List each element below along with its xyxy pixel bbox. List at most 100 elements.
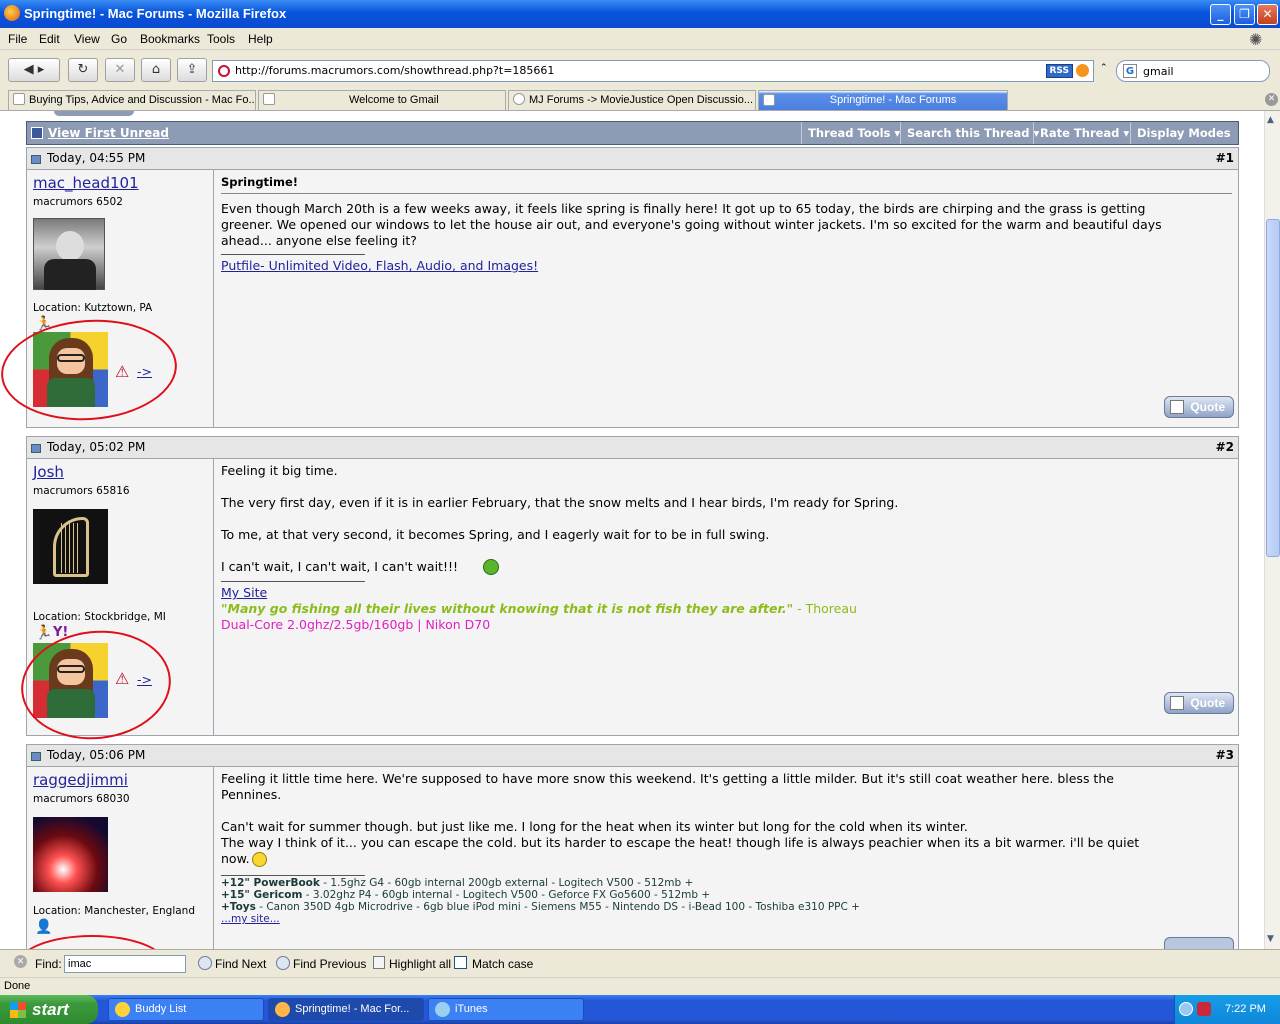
user-location: Location: Stockbridge, MI [33,611,166,623]
red-annotation-circle [0,313,181,427]
post: Today, 05:06 PM #3 raggedjimmi macrumors… [17,744,1239,949]
post-number[interactable]: #1 [1216,151,1234,165]
my-site-link[interactable]: ...my site... [221,913,1226,925]
quote-button[interactable]: Quote [1164,692,1234,714]
match-case-checkbox[interactable] [454,956,467,969]
menu-go[interactable]: Go [111,32,127,46]
download-icon[interactable]: ⇪ [177,58,207,82]
find-previous-button[interactable]: Find Previous [293,957,366,971]
msn-icon[interactable]: 👤 [35,919,52,935]
throbber-icon: ✺ [1249,30,1263,49]
smiley-icon [252,852,267,867]
favicon-icon [763,94,775,106]
username-link[interactable]: raggedjimmi [33,771,128,789]
google-icon: G [1123,64,1137,78]
find-bar: ✕ Find: Find Next Find Previous Highligh… [0,949,1280,977]
username-link[interactable]: Josh [33,463,64,481]
thread-toolbar: View First Unread Thread Tools ▾ Search … [26,121,1239,162]
aim-icon[interactable]: 🏃 [35,625,52,641]
unread-icon [31,127,43,139]
signature-quote: "Many go fishing all their lives without… [221,601,857,616]
signature-divider [221,254,365,255]
itunes-icon [435,1002,450,1017]
thread-tools-menu[interactable]: Thread Tools ▾ [801,122,900,144]
rate-thread-menu[interactable]: Rate Thread ▾ [1033,122,1129,144]
scroll-thumb[interactable] [1266,219,1280,557]
task-firefox[interactable]: Springtime! - Mac For... [268,998,424,1021]
display-modes-menu[interactable]: Display Modes ▾ [1130,122,1238,162]
avatar[interactable] [33,817,108,892]
close-tab-icon[interactable]: ✕ [1265,93,1278,106]
search-dropdown-icon[interactable]: ⌃ [1100,63,1108,73]
avatar[interactable] [33,218,105,290]
tray-expand-icon[interactable] [1179,1002,1193,1016]
rss-icon[interactable]: RSS [1045,64,1073,78]
menu-view[interactable]: View [74,32,100,46]
home-icon[interactable]: ⌂ [141,58,171,82]
menu-file[interactable]: File [8,32,27,46]
post-date: Today, 05:02 PM [47,440,146,454]
highlight-all-button[interactable]: Highlight all [389,957,451,971]
user-title: macrumors 68030 [33,793,130,805]
scroll-up-icon[interactable]: ▲ [1267,115,1274,125]
post-date: Today, 05:06 PM [47,748,146,762]
user-info: raggedjimmi macrumors 68030 Location: Ma… [17,767,214,949]
menu-help[interactable]: Help [248,32,273,46]
maximize-button[interactable]: ❐ [1234,4,1255,25]
search-thread-menu[interactable]: Search this Thread ▾ [900,122,1039,144]
subject-divider [221,193,1232,194]
menu-bar: File Edit View Go Bookmarks Tools Help ✺ [0,28,1280,50]
my-site-link[interactable]: My Site [221,585,1226,601]
back-forward-button[interactable]: ◀ ▸ [8,58,60,82]
user-location: Location: Manchester, England [33,905,195,917]
quote-button[interactable] [1164,937,1234,949]
post-body: Feeling it big time. The very first day,… [221,463,899,574]
task-buddy-list[interactable]: Buddy List [108,998,264,1021]
feed-icon[interactable] [1076,64,1089,77]
tab-springtime[interactable]: Springtime! - Mac Forums [758,90,1008,110]
search-input[interactable]: G gmail [1116,60,1270,82]
tab-label: Welcome to Gmail [349,94,439,106]
post-number[interactable]: #2 [1216,440,1234,454]
post-body: Even though March 20th is a few weeks aw… [221,201,1162,248]
top-tab-fragment [54,111,134,116]
highlight-icon [373,956,385,969]
post-message: Feeling it little time here. We're suppo… [215,767,1238,949]
close-find-icon[interactable]: ✕ [14,955,27,968]
system-tray: 7:22 PM [1174,995,1280,1024]
post-date: Today, 04:55 PM [47,151,146,165]
tab-label: Springtime! - Mac Forums [829,94,957,106]
start-button[interactable]: start [0,995,98,1024]
post: Today, 04:55 PM #1 mac_head101 macrumors… [0,147,1239,428]
post-header: Today, 04:55 PM #1 [27,148,1238,170]
tab-mj-forums[interactable]: MJ Forums -> MovieJustice Open Discussio… [508,90,756,110]
view-first-unread-link[interactable]: View First Unread [48,126,169,140]
task-itunes[interactable]: iTunes [428,998,584,1021]
find-next-button[interactable]: Find Next [215,957,266,971]
find-input[interactable] [64,955,186,973]
menu-tools[interactable]: Tools [207,32,235,46]
post-header: Today, 05:02 PM #2 [27,437,1238,459]
menu-bookmarks[interactable]: Bookmarks [140,32,200,46]
red-annotation-circle [17,935,167,949]
windows-logo-icon [10,1002,26,1018]
signature-link[interactable]: Putfile- Unlimited Video, Flash, Audio, … [221,258,1226,274]
security-shield-icon[interactable] [1197,1002,1211,1016]
tab-gmail[interactable]: Welcome to Gmail [258,90,506,110]
username-link[interactable]: mac_head101 [33,174,139,192]
quote-button[interactable]: Quote [1164,396,1234,418]
post-number[interactable]: #3 [1216,748,1234,762]
stop-icon[interactable]: ✕ [105,58,135,82]
tab-buying-tips[interactable]: Buying Tips, Advice and Discussion - Mac… [8,90,256,110]
favicon-icon [13,93,25,105]
red-annotation-circle [15,623,177,747]
reload-icon[interactable]: ↻ [68,58,98,82]
url-bar[interactable]: http://forums.macrumors.com/showthread.p… [212,60,1094,82]
scroll-down-icon[interactable]: ▼ [1267,934,1274,944]
close-button[interactable]: ✕ [1257,4,1278,25]
harp-avatar[interactable] [33,509,108,584]
menu-edit[interactable]: Edit [39,32,60,46]
minimize-button[interactable]: _ [1210,4,1231,25]
vertical-scrollbar[interactable]: ▲ ▼ [1264,111,1280,949]
post-message: Feeling it big time. The very first day,… [215,459,1238,735]
